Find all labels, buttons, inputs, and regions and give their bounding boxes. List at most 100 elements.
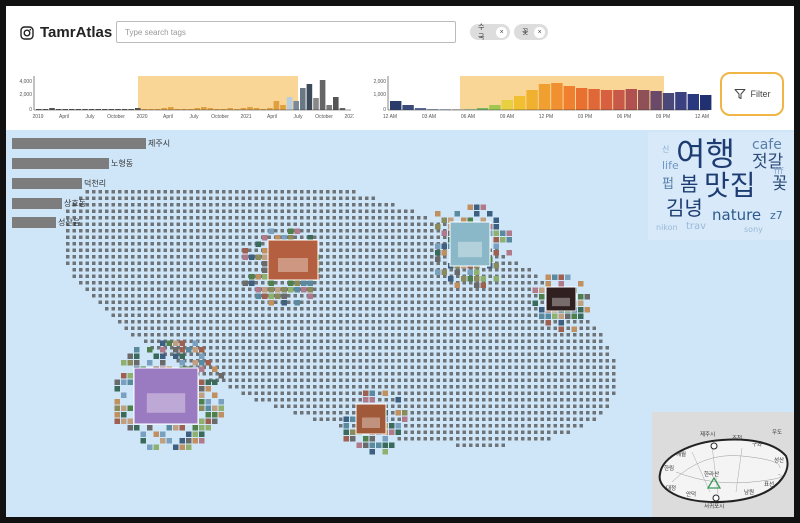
time-histogram[interactable]: 2,000 1,000 0 12 AM 03 AM 06 AM 09 AM 12 PM 0… [368,70,713,122]
photo-thumbnail[interactable] [249,280,255,287]
photo-thumbnail[interactable] [506,250,513,256]
photo-thumbnail[interactable] [192,347,199,353]
photo-thumbnail[interactable] [493,250,500,256]
close-icon[interactable]: × [534,26,545,38]
word-cloud-term[interactable]: nature [712,208,761,223]
photo-thumbnail[interactable] [343,416,350,423]
photo-thumbnail[interactable] [212,392,218,399]
photo-thumbnail[interactable] [350,416,356,423]
photo-thumbnail[interactable] [275,293,281,300]
photo-thumbnail[interactable] [584,307,591,313]
photo-thumbnail[interactable] [545,274,552,281]
photo-thumbnail[interactable] [294,287,301,293]
photo-thumbnail[interactable] [179,340,186,347]
photo-thumbnail[interactable] [288,287,294,293]
photo-thumbnail[interactable] [474,211,480,217]
photo-thumbnail[interactable] [441,250,448,256]
photo-thumbnail[interactable] [262,248,268,254]
photo-thumbnail[interactable] [454,269,461,276]
photo-thumbnail[interactable] [480,204,487,211]
photo-thumbnail[interactable] [212,405,218,412]
tag-chip[interactable]: 꽃 × [514,24,548,40]
photo-thumbnail[interactable] [114,418,121,425]
photo-thumbnail[interactable] [545,281,552,287]
photo-thumbnail[interactable] [558,320,565,326]
photo-thumbnail[interactable] [192,360,199,366]
location-bar-item[interactable]: 노형동 [12,157,133,169]
photo-thumbnail[interactable] [506,230,513,237]
photo-thumbnail[interactable] [179,444,186,451]
photo-thumbnail[interactable] [539,287,545,294]
photo-thumbnail[interactable] [565,313,571,320]
photo-thumbnail[interactable] [356,442,363,449]
photo-thumbnail[interactable] [395,410,402,416]
photo-thumbnail[interactable] [134,347,140,353]
photo-thumbnail[interactable] [134,360,140,366]
photo-thumbnail[interactable] [199,425,205,431]
photo-thumbnail[interactable] [382,442,389,449]
photo-thumbnail[interactable] [121,405,127,412]
location-bar-item[interactable]: 성산읍 [12,216,80,228]
photo-thumbnail[interactable] [441,269,448,276]
photo-thumbnail[interactable] [487,211,493,217]
photo-thumbnail[interactable] [134,425,140,431]
photo-thumbnail[interactable] [369,436,376,442]
photo-thumbnail[interactable] [343,423,350,429]
photo-thumbnail[interactable] [578,313,584,320]
photo-thumbnail[interactable] [268,293,275,300]
photo-thumbnail[interactable] [134,353,140,360]
photo-thumbnail[interactable] [532,287,539,294]
photo-thumbnail[interactable] [147,425,153,431]
word-cloud-term[interactable]: 꽃 [772,176,788,193]
photo-thumbnail[interactable] [493,224,500,230]
photo-thumbnail[interactable] [262,274,268,280]
photo-thumbnail[interactable] [249,254,255,261]
photo-thumbnail[interactable] [192,425,199,431]
photo-thumbnail[interactable] [500,230,506,237]
photo-thumbnail[interactable] [127,353,134,360]
photo-thumbnail[interactable] [493,243,500,250]
photo-thumbnail[interactable] [205,412,212,418]
photo-thumbnail[interactable] [441,217,448,224]
photo-thumbnail[interactable] [199,379,205,386]
photo-thumbnail[interactable] [369,390,376,397]
photo-thumbnail[interactable] [435,211,441,217]
photo-thumbnail[interactable] [435,269,441,276]
photo-thumbnail[interactable] [147,444,153,451]
photo-map[interactable]: 제주시 노형동 덕천리 상효동 성산읍 여행 cafe 젓갈 life 봄 맛집… [6,130,794,517]
photo-thumbnail[interactable] [262,235,268,241]
photo-thumbnail[interactable] [363,442,369,449]
photo-thumbnail[interactable] [262,267,268,274]
photo-thumbnail[interactable] [173,444,179,451]
photo-cluster[interactable] [242,228,320,306]
photo-thumbnail[interactable] [121,360,127,366]
photo-thumbnail[interactable] [539,307,545,313]
tag-chip[interactable]: 수국 × [470,24,510,41]
photo-thumbnail[interactable] [218,405,225,412]
photo-thumbnail[interactable] [558,313,565,320]
photo-thumbnail[interactable] [565,274,571,281]
photo-thumbnail[interactable] [147,347,153,353]
photo-thumbnail[interactable] [480,276,487,282]
photo-thumbnail[interactable] [268,300,275,306]
photo-thumbnail[interactable] [192,438,199,444]
photo-thumbnail[interactable] [212,412,218,418]
photo-thumbnail[interactable] [173,340,179,347]
photo-thumbnail[interactable] [166,425,173,431]
photo-thumbnail[interactable] [395,429,402,436]
photo-thumbnail[interactable] [435,243,441,250]
word-cloud-term[interactable]: trav [686,222,706,232]
app-logo[interactable]: TamrAtlas [20,24,112,41]
photo-thumbnail[interactable] [281,287,288,293]
photo-thumbnail[interactable] [369,397,376,403]
photo-thumbnail[interactable] [218,412,225,418]
photo-thumbnail[interactable] [571,326,578,333]
photo-thumbnail[interactable] [382,449,389,455]
photo-thumbnail[interactable] [288,228,294,235]
photo-thumbnail[interactable] [467,269,474,276]
word-cloud-term[interactable]: 여행 [676,138,735,170]
photo-thumbnail[interactable] [262,287,268,293]
photo-thumbnail[interactable] [376,442,382,449]
photo-thumbnail[interactable] [205,399,212,405]
photo-thumbnail[interactable] [205,405,212,412]
